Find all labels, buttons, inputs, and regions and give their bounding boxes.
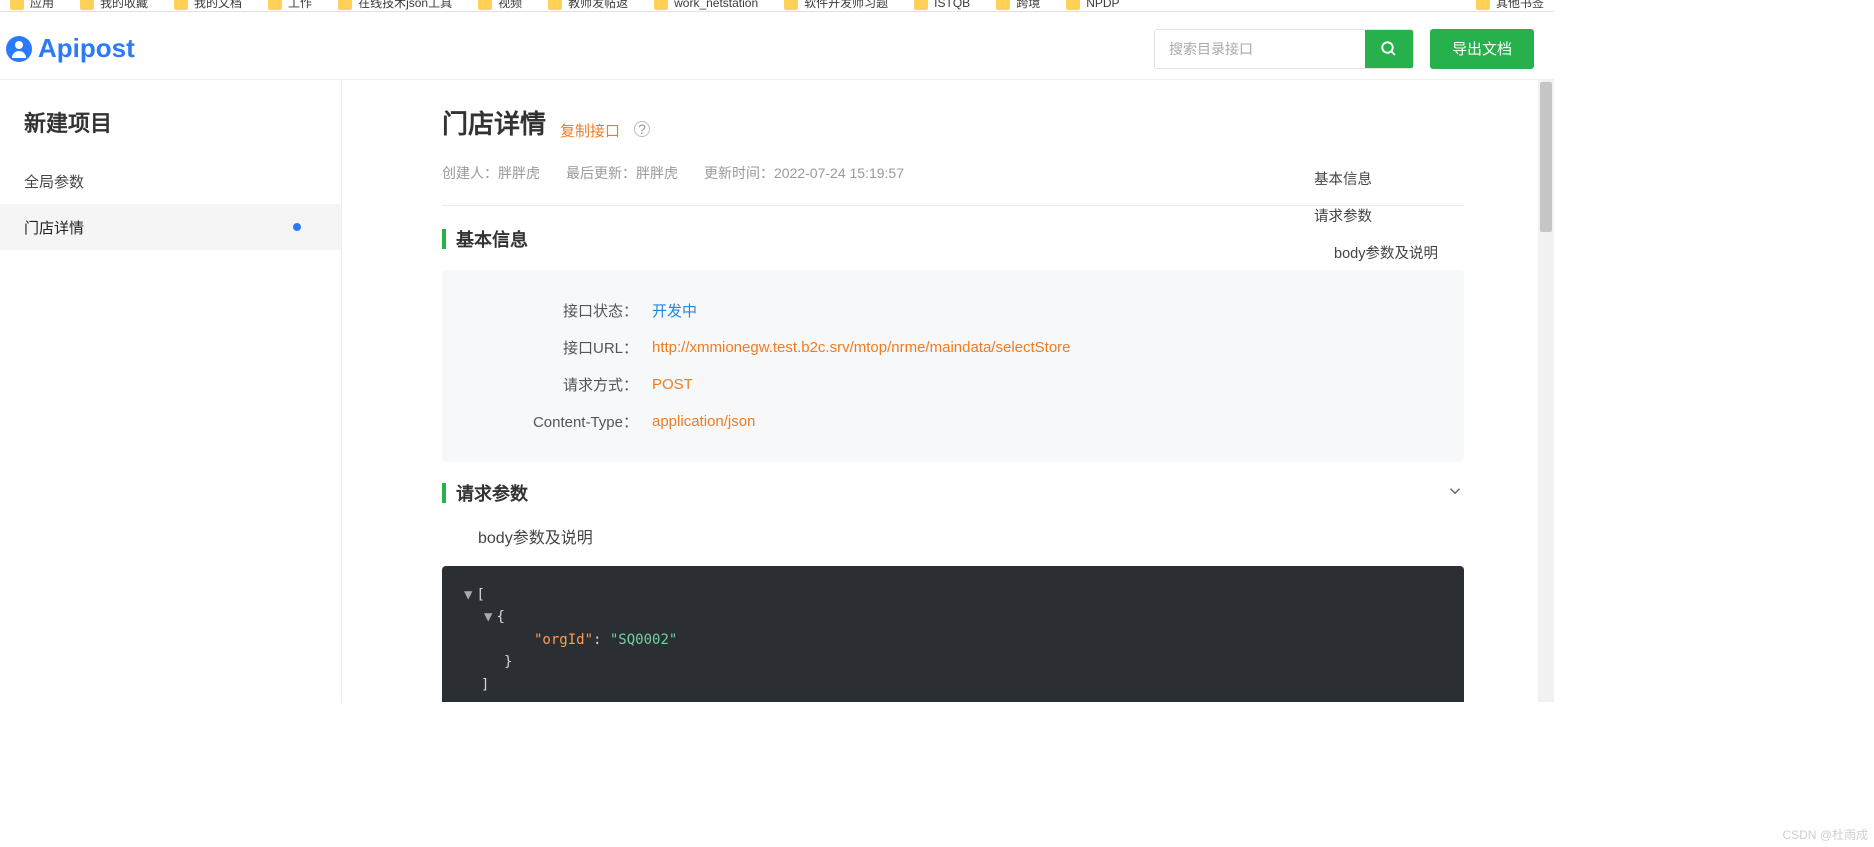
api-method-value: POST — [652, 376, 693, 393]
folder-icon — [1066, 0, 1080, 10]
toc-item-basic[interactable]: 基本信息 — [1314, 160, 1514, 197]
folder-icon — [996, 0, 1010, 10]
bookmark-bar: 应用 我的收藏 我的文档 工作 在线技术json工具 视频 教师发帖返 work… — [0, 0, 1554, 12]
sidebar: 新建项目 全局参数 门店详情 — [0, 80, 342, 702]
bookmark-item[interactable]: ISTQB — [914, 0, 970, 10]
bookmark-item[interactable]: 跨境 — [996, 0, 1040, 11]
collapse-caret-icon[interactable]: ▼ — [484, 609, 492, 625]
sidebar-item-global-params[interactable]: 全局参数 — [0, 158, 341, 204]
chevron-down-icon — [1446, 482, 1464, 505]
copy-api-link[interactable]: 复制接口 — [560, 120, 620, 141]
bookmark-item[interactable]: work_netstation — [654, 0, 758, 10]
bookmark-item[interactable]: 在线技术json工具 — [338, 0, 452, 11]
toc-item-request[interactable]: 请求参数 — [1314, 197, 1514, 234]
main-content: 门店详情 复制接口 ? 创建人：胖胖虎 最后更新：胖胖虎 更新时间：2022-0… — [342, 80, 1554, 702]
help-icon[interactable]: ? — [634, 121, 650, 137]
info-row-content-type: Content-Type： application/json — [452, 403, 1454, 440]
content-type-value: application/json — [652, 413, 755, 430]
basic-info-box: 接口状态： 开发中 接口URL： http://xmmionegw.test.b… — [442, 270, 1464, 462]
toc-item-body[interactable]: body参数及说明 — [1314, 234, 1514, 271]
folder-icon — [548, 0, 562, 10]
search-box — [1154, 29, 1414, 69]
app-header: Apipost 导出文档 — [0, 18, 1554, 80]
brand-logo[interactable]: Apipost — [6, 33, 135, 64]
search-button[interactable] — [1365, 30, 1413, 68]
folder-icon — [784, 0, 798, 10]
bookmark-item[interactable]: 教师发帖返 — [548, 0, 628, 11]
search-input[interactable] — [1155, 30, 1365, 68]
info-row-method: 请求方式： POST — [452, 366, 1454, 403]
vertical-scrollbar[interactable] — [1538, 80, 1554, 702]
api-status-value[interactable]: 开发中 — [652, 300, 697, 321]
folder-icon — [268, 0, 282, 10]
scrollbar-thumb[interactable] — [1540, 82, 1552, 232]
folder-icon — [914, 0, 928, 10]
bookmark-item[interactable]: 我的收藏 — [80, 0, 148, 11]
project-title: 新建项目 — [0, 80, 341, 158]
bookmark-other[interactable]: 其他书签 — [1476, 0, 1544, 11]
folder-icon — [80, 0, 94, 10]
sidebar-item-store-detail[interactable]: 门店详情 — [0, 204, 341, 250]
folder-icon — [338, 0, 352, 10]
folder-icon — [10, 0, 24, 10]
apipost-icon — [6, 36, 32, 62]
brand-name: Apipost — [38, 33, 135, 64]
table-of-contents: 基本信息 请求参数 body参数及说明 — [1314, 160, 1514, 271]
export-button[interactable]: 导出文档 — [1430, 29, 1534, 69]
bookmark-item[interactable]: 视频 — [478, 0, 522, 11]
bookmark-item[interactable]: NPDP — [1066, 0, 1119, 10]
collapse-caret-icon[interactable]: ▼ — [464, 587, 472, 603]
folder-icon — [654, 0, 668, 10]
watermark: CSDN @杜雨成 — [1782, 826, 1868, 843]
page-title: 门店详情 — [442, 104, 546, 141]
section-request-params[interactable]: 请求参数 — [442, 480, 1464, 506]
json-code-block: ▼[ ▼{ "orgId": "SQ0002" } ] — [442, 566, 1464, 702]
info-row-status: 接口状态： 开发中 — [452, 292, 1454, 329]
search-icon — [1380, 40, 1398, 58]
meta-info: 创建人：胖胖虎 最后更新：胖胖虎 更新时间：2022-07-24 15:19:5… — [442, 163, 1464, 206]
bookmark-item[interactable]: 软件开发师习题 — [784, 0, 888, 11]
info-row-url: 接口URL： http://xmmionegw.test.b2c.srv/mto… — [452, 329, 1454, 366]
api-url-value: http://xmmionegw.test.b2c.srv/mtop/nrme/… — [652, 339, 1071, 356]
folder-icon — [1476, 0, 1490, 10]
bookmark-item[interactable]: 我的文档 — [174, 0, 242, 11]
folder-icon — [478, 0, 492, 10]
bookmark-item[interactable]: 工作 — [268, 0, 312, 11]
body-params-subtitle: body参数及说明 — [478, 524, 1464, 548]
bookmark-item[interactable]: 应用 — [10, 0, 54, 11]
folder-icon — [174, 0, 188, 10]
section-basic-info: 基本信息 — [442, 226, 1464, 252]
